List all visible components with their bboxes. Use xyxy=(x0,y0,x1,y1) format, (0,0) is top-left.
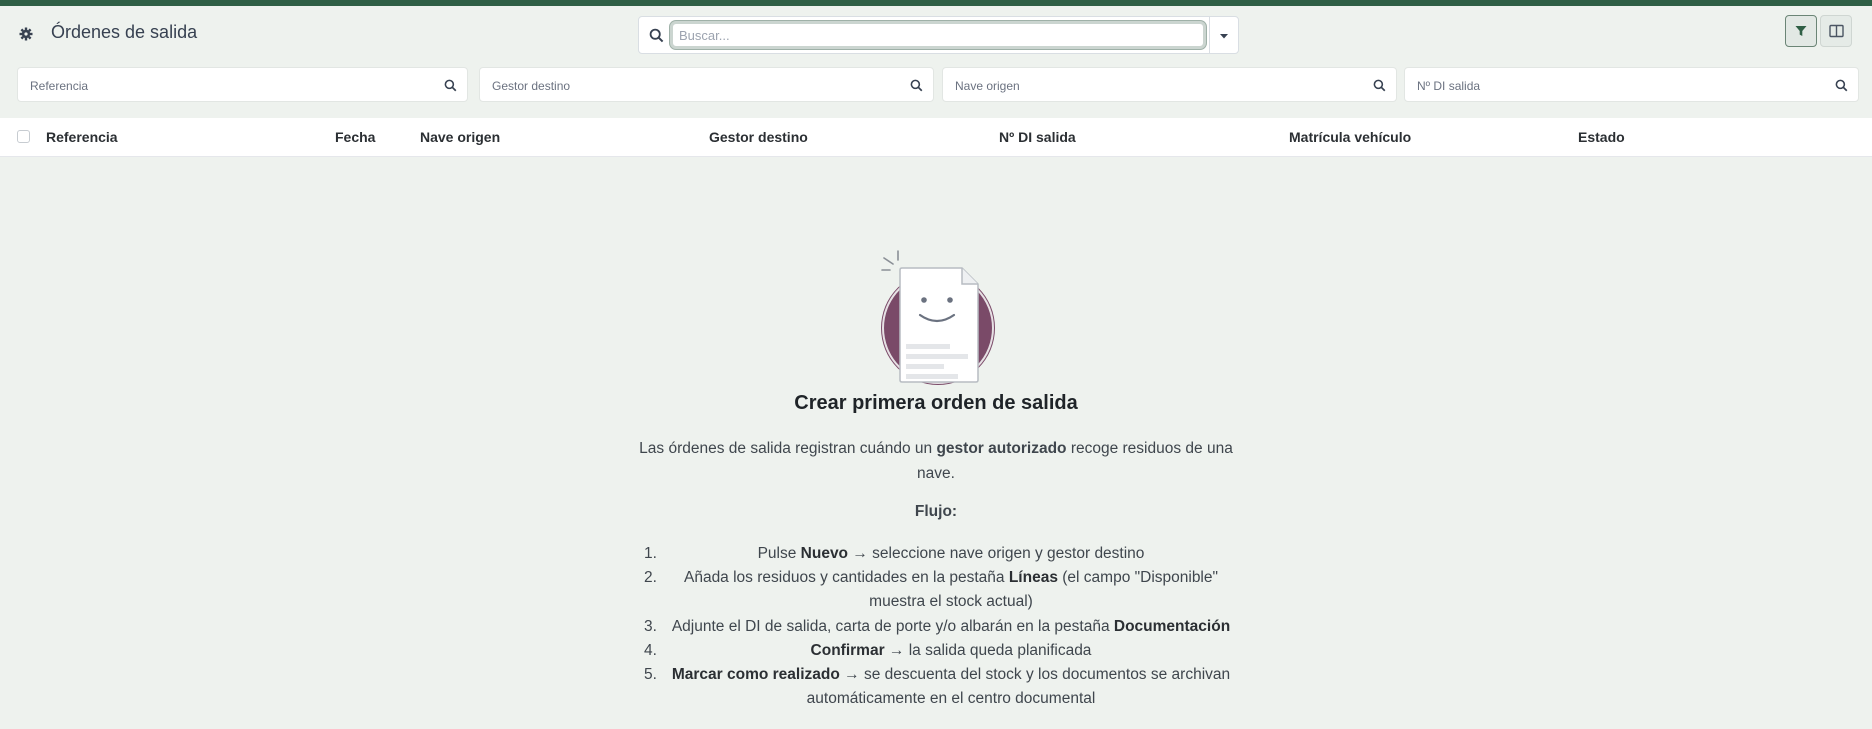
layout-toggle-button[interactable] xyxy=(1820,15,1852,47)
page-title: Órdenes de salida xyxy=(51,22,198,42)
step-number: 4. xyxy=(644,641,657,659)
table-header: Referencia Fecha Nave origen Gestor dest… xyxy=(0,118,1872,157)
layout-icon xyxy=(1829,24,1844,38)
filter-toggle-button[interactable] xyxy=(1785,15,1817,47)
step-text-end: → seleccione nave origen y gestor destin… xyxy=(848,545,1145,562)
desc-bold-text: gestor autorizado xyxy=(936,440,1067,457)
flow-step: 4. Confirmar → la salida queda planificad… xyxy=(638,639,1238,663)
search-icon[interactable] xyxy=(910,79,923,92)
search-input[interactable] xyxy=(670,21,1206,49)
gear-icon[interactable] xyxy=(18,26,34,42)
filter-gestor-destino xyxy=(479,67,934,102)
flow-step: 1. Pulse Nuevo → seleccione nave origen y… xyxy=(638,542,1238,566)
empty-state-illustration xyxy=(880,250,1000,390)
search-icon[interactable] xyxy=(1373,79,1386,92)
filter-nave-origen-input[interactable] xyxy=(953,76,1357,96)
column-header-fecha[interactable]: Fecha xyxy=(335,129,375,145)
empty-state-description: Las órdenes de salida registran cuándo u… xyxy=(631,436,1241,486)
search-icon xyxy=(649,28,664,43)
column-header-nave-origen[interactable]: Nave origen xyxy=(420,129,500,145)
column-header-gestor-destino[interactable]: Gestor destino xyxy=(709,129,808,145)
step-text: Pulse xyxy=(757,545,801,562)
filter-gestor-destino-input[interactable] xyxy=(490,76,894,96)
filter-referencia-input[interactable] xyxy=(28,76,432,96)
step-bold: Marcar como realizado xyxy=(671,666,840,684)
step-text: Añada los residuos y cantidades en la pe… xyxy=(683,569,1009,587)
search-icon[interactable] xyxy=(444,79,457,92)
step-number: 5. xyxy=(644,666,657,684)
step-text-end: → la salida queda planificada xyxy=(884,641,1092,659)
step-bold: Documentación xyxy=(1113,617,1231,635)
flow-steps: 1. Pulse Nuevo → seleccione nave origen y… xyxy=(638,542,1238,711)
control-panel: Órdenes de salida xyxy=(0,6,1872,60)
step-number: 3. xyxy=(644,617,657,635)
flow-step: 2. Añada los residuos y cantidades en la … xyxy=(638,566,1238,614)
empty-state-title: Crear primera orden de salida xyxy=(794,392,1078,414)
search-divider xyxy=(1209,17,1210,53)
column-header-estado[interactable]: Estado xyxy=(1578,129,1625,145)
filter-icon xyxy=(1795,26,1807,36)
step-bold: Nuevo xyxy=(800,545,849,562)
flow-step: 5. Marcar como realizado → se descuenta d… xyxy=(638,663,1238,711)
search-bar xyxy=(638,16,1239,54)
search-icon[interactable] xyxy=(1835,79,1848,92)
step-bold: Confirmar xyxy=(810,641,885,659)
step-text-end: → se descuenta del stock y los documento… xyxy=(806,666,1231,708)
select-all-checkbox[interactable] xyxy=(17,130,30,143)
column-header-matricula[interactable]: Matrícula vehículo xyxy=(1289,129,1411,145)
filter-referencia xyxy=(17,67,468,102)
flow-step: 3. Adjunte el DI de salida, carta de port… xyxy=(638,615,1238,639)
flow-label: Flujo: xyxy=(914,503,958,520)
filter-di-salida xyxy=(1404,67,1859,102)
step-number: 1. xyxy=(644,545,657,562)
caret-down-icon[interactable] xyxy=(1217,29,1231,41)
step-number: 2. xyxy=(644,569,657,587)
filter-di-salida-input[interactable] xyxy=(1415,76,1819,96)
column-header-di-salida[interactable]: Nº DI salida xyxy=(999,129,1076,145)
column-header-referencia[interactable]: Referencia xyxy=(46,129,118,145)
step-text: Adjunte el DI de salida, carta de porte … xyxy=(671,617,1114,635)
filter-nave-origen xyxy=(942,67,1397,102)
step-bold: Líneas xyxy=(1008,569,1058,587)
desc-text: Las órdenes de salida registran cuándo u… xyxy=(639,440,937,457)
